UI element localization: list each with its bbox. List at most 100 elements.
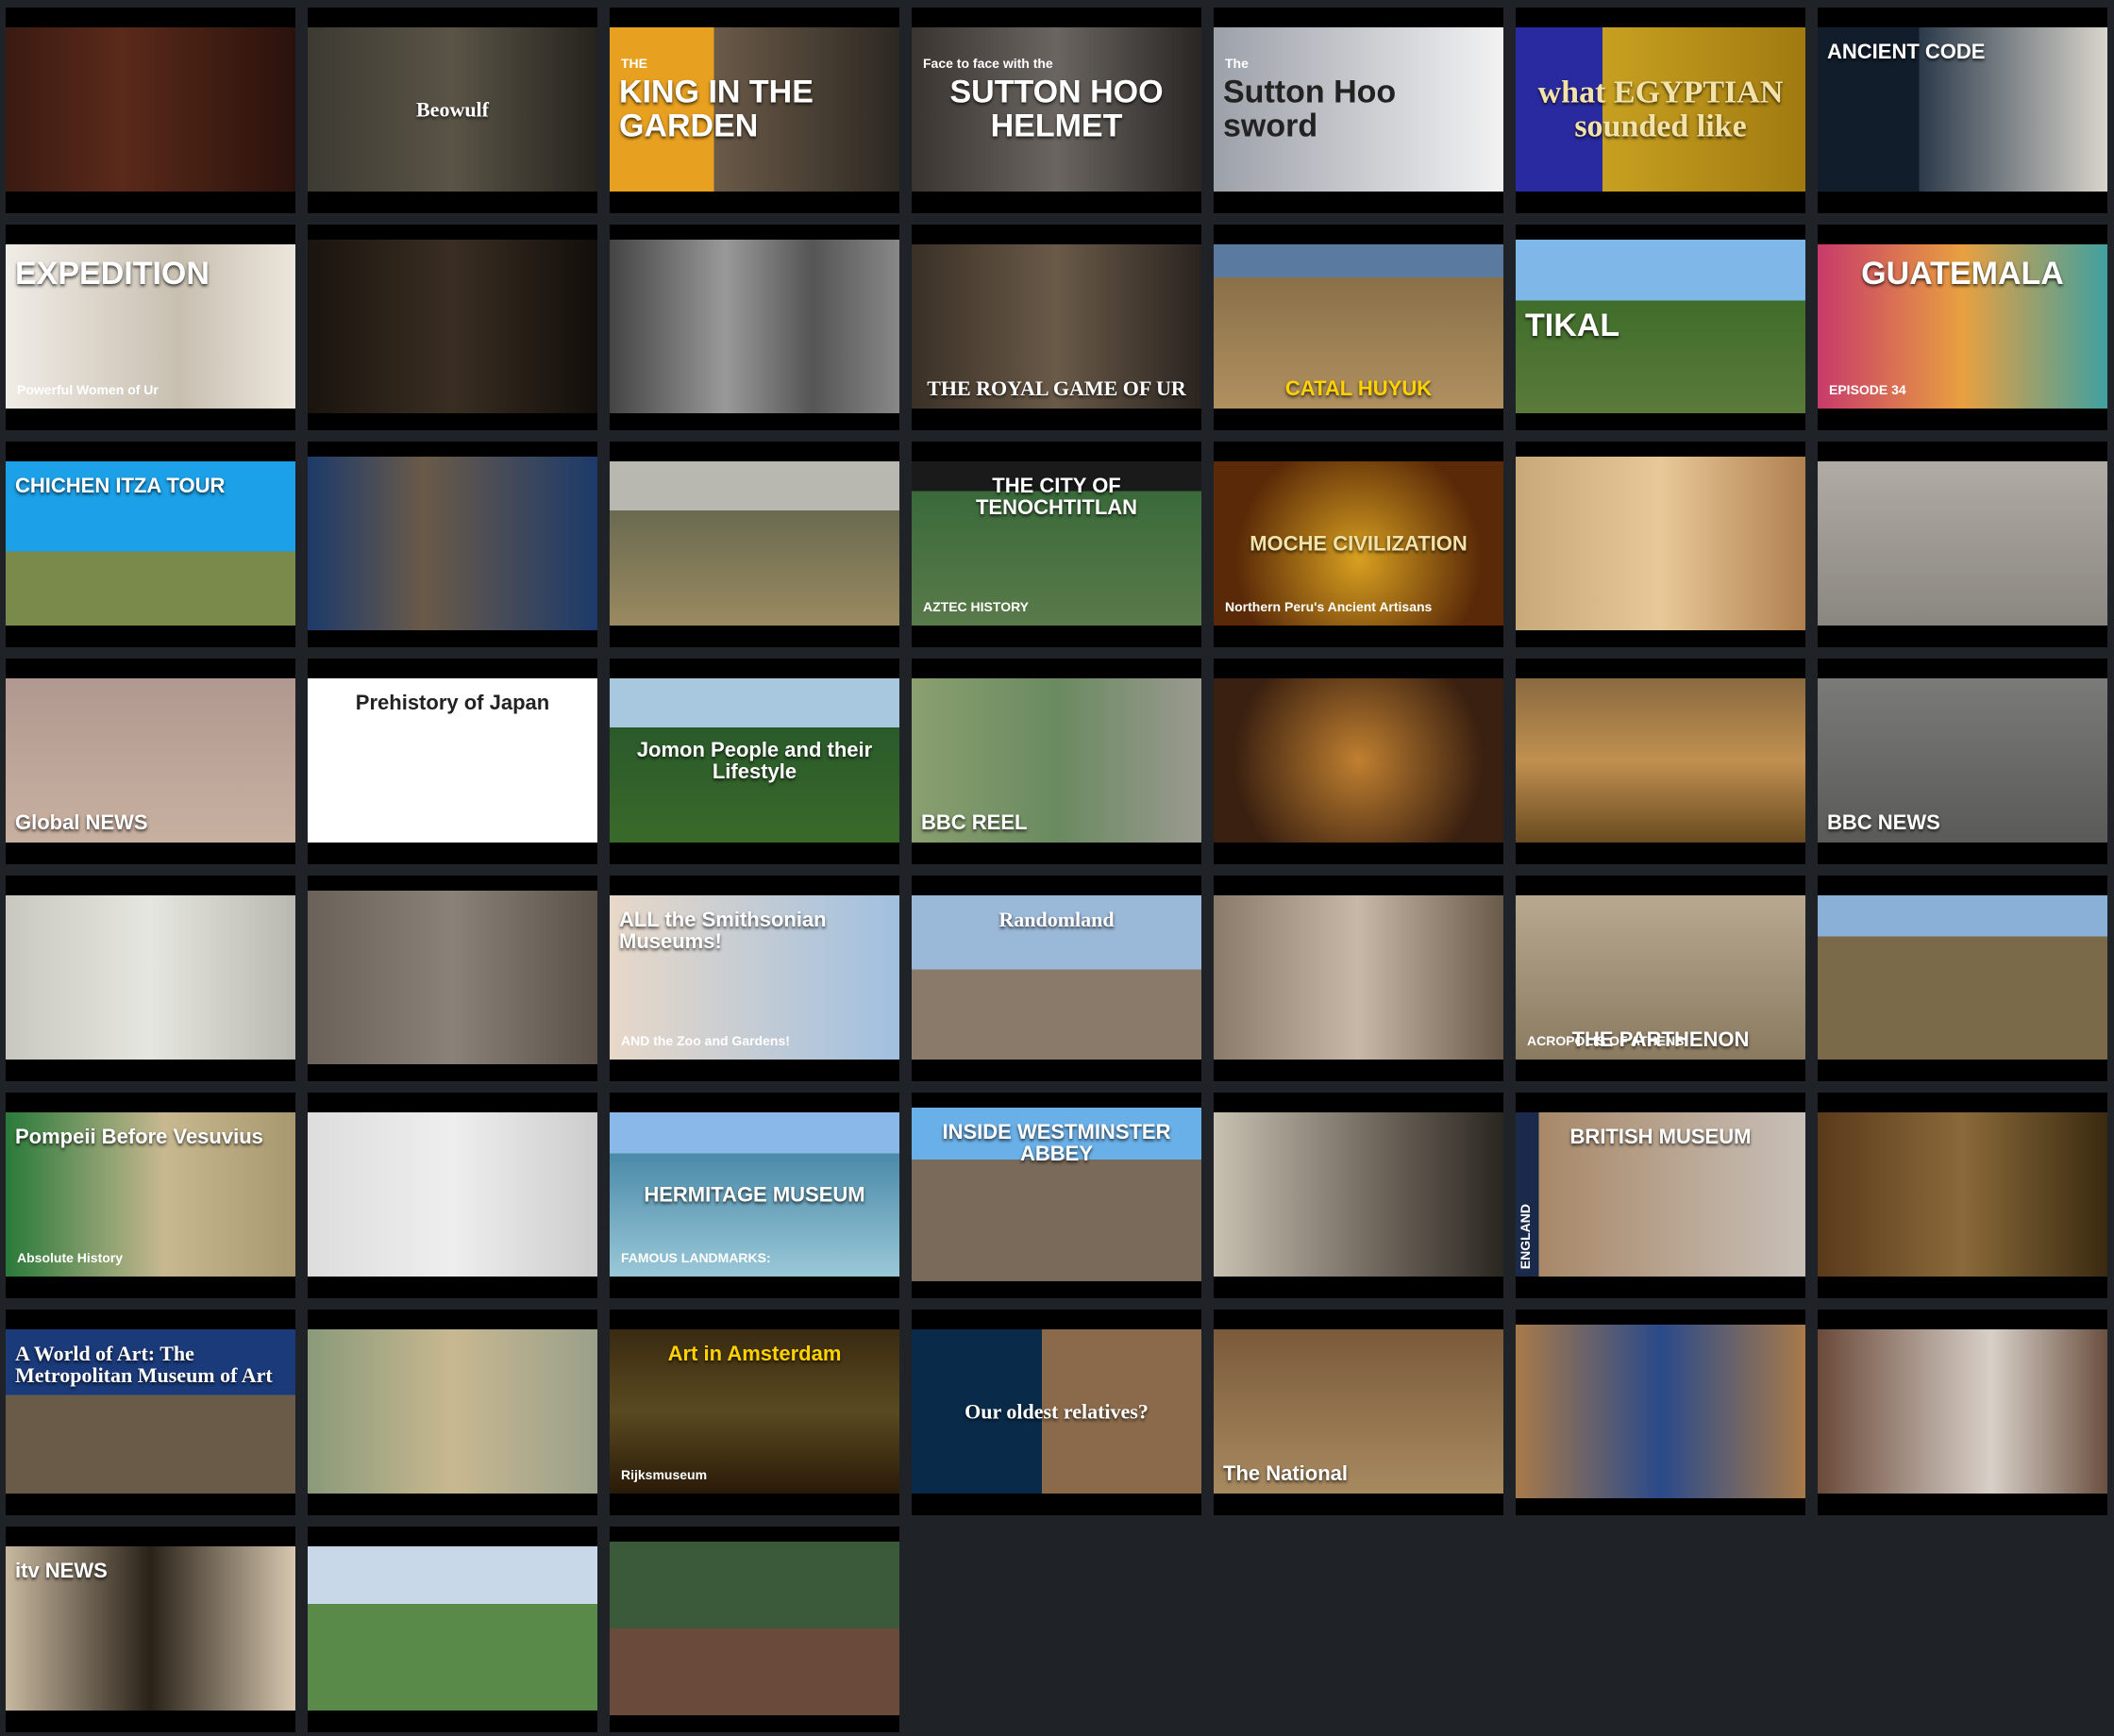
video-thumbnail[interactable]: Prehistory of Japan [308,678,597,843]
video-tile-ancient-code[interactable]: ANCIENT CODE [1818,8,2107,213]
video-thumbnail[interactable]: The Sutton Hoo sword [1214,27,1503,192]
video-thumbnail[interactable]: THE KING IN THE GARDEN [610,27,899,192]
video-tile-nazca-cat[interactable]: Global NEWS [6,659,295,864]
video-tile-sutton-sword[interactable]: The Sutton Hoo sword [1214,8,1503,213]
video-tile-egyptian[interactable]: what EGYPTIAN sounded like [1516,8,1805,213]
video-tile-tikal[interactable]: TIKAL [1516,225,1805,430]
video-thumbnail[interactable] [1516,457,1805,630]
video-tile-tenochtitlan[interactable]: THE CITY OF TENOCHTITLAN AZTEC HISTORY [912,442,1201,647]
video-thumbnail[interactable] [610,1542,899,1715]
video-thumbnail[interactable]: EXPEDITION Powerful Women of Ur [6,244,295,409]
video-tile-beowulf[interactable]: Beowulf [308,8,597,213]
video-thumbnail[interactable] [1214,678,1503,843]
video-tile-bbc-news[interactable]: BBC NEWS [1818,659,2107,864]
video-thumbnail[interactable] [1818,461,2107,626]
video-tile-the-national[interactable]: The National [1214,1310,1503,1515]
video-tile-archive[interactable] [610,225,899,430]
video-thumbnail[interactable]: BBC NEWS [1818,678,2107,843]
video-tile-conversation[interactable] [308,1093,597,1298]
video-thumbnail[interactable] [610,461,899,626]
video-thumbnail[interactable]: CHICHEN ITZA TOUR [6,461,295,626]
video-tile-amsterdam[interactable]: Art in Amsterdam Rijksmuseum [610,1310,899,1515]
video-thumbnail[interactable]: THE CITY OF TENOCHTITLAN AZTEC HISTORY [912,461,1201,626]
video-thumbnail[interactable] [1516,1325,1805,1498]
video-thumbnail[interactable]: BRITISH MUSEUM ENGLAND [1516,1112,1805,1277]
video-thumbnail[interactable] [1516,678,1805,843]
video-tile-westminster-statue[interactable] [1214,1093,1503,1298]
video-tile-cave[interactable] [308,225,597,430]
video-thumbnail[interactable] [610,240,899,413]
video-tile-westminster[interactable]: INSIDE WESTMINSTER ABBEY [912,1093,1201,1298]
video-tile-expedition[interactable]: EXPEDITION Powerful Women of Ur [6,225,295,430]
video-tile-bbc-reel[interactable]: BBC REEL [912,659,1201,864]
video-tile-acropolis[interactable] [1818,876,2107,1081]
video-tile-chichen[interactable]: CHICHEN ITZA TOUR [6,442,295,647]
video-tile-restoration[interactable] [1214,876,1503,1081]
video-thumbnail[interactable] [308,240,597,413]
video-tile-moche[interactable]: MOCHE CIVILIZATION Northern Peru's Ancien… [1214,442,1503,647]
video-tile-hermitage[interactable]: HERMITAGE MUSEUM FAMOUS LANDMARKS: [610,1093,899,1298]
video-tile-terracotta-rows[interactable] [1516,659,1805,864]
video-thumbnail[interactable]: A World of Art: The Metropolitan Museum … [6,1329,295,1494]
video-thumbnail[interactable]: THE ROYAL GAME OF UR [912,244,1201,409]
video-tile-king-garden[interactable]: THE KING IN THE GARDEN [610,8,899,213]
video-thumbnail[interactable]: itv NEWS [6,1546,295,1711]
video-tile-train[interactable] [610,1527,899,1732]
video-thumbnail[interactable]: Beowulf [308,27,597,192]
video-thumbnail[interactable]: Jomon People and their Lifestyle [610,678,899,843]
video-thumbnail[interactable] [308,1546,597,1711]
video-tile-teotihuacan[interactable] [610,442,899,647]
video-thumbnail[interactable]: HERMITAGE MUSEUM FAMOUS LANDMARKS: [610,1112,899,1277]
video-tile-parthenon[interactable]: THE PARTHENON ACROPOLIS OF ATHENS [1516,876,1805,1081]
video-thumbnail[interactable] [308,891,597,1064]
video-thumbnail[interactable] [308,1329,597,1494]
video-tile-arch[interactable] [308,876,597,1081]
video-tile-terracotta-lit[interactable] [1214,659,1503,864]
video-tile-british-museum[interactable]: BRITISH MUSEUM ENGLAND [1516,1093,1805,1298]
video-thumbnail[interactable]: ALL the Smithsonian Museums! AND the Zoo … [610,895,899,1060]
video-thumbnail[interactable] [1818,1112,2107,1277]
video-tile-portrait[interactable] [6,876,295,1081]
video-tile-nasa[interactable] [1818,1310,2107,1515]
video-tile-randomland[interactable]: Randomland [912,876,1201,1081]
video-tile-kids[interactable] [308,1527,597,1732]
video-tile-jomon[interactable]: Jomon People and their Lifestyle [610,659,899,864]
video-thumbnail[interactable]: MOCHE CIVILIZATION Northern Peru's Ancien… [1214,461,1503,626]
video-thumbnail[interactable]: Randomland [912,895,1201,1060]
video-thumbnail[interactable] [1818,895,2107,1060]
video-thumbnail[interactable]: Art in Amsterdam Rijksmuseum [610,1329,899,1494]
video-tile-printer[interactable] [1516,1310,1805,1515]
video-tile-sutton-helmet[interactable]: Face to face with the SUTTON HOO HELMET [912,8,1201,213]
video-tile-itv-news[interactable]: itv NEWS [6,1527,295,1732]
video-tile-botticelli[interactable] [308,1310,597,1515]
video-tile-dw[interactable]: Our oldest relatives? [912,1310,1201,1515]
video-tile-japan[interactable]: Prehistory of Japan [308,659,597,864]
video-thumbnail[interactable]: Face to face with the SUTTON HOO HELMET [912,27,1201,192]
video-thumbnail[interactable] [6,895,295,1060]
video-tile-reading[interactable] [6,8,295,213]
video-thumbnail[interactable]: TIKAL [1516,240,1805,413]
video-tile-royal-game-ur[interactable]: THE ROYAL GAME OF UR [912,225,1201,430]
video-thumbnail[interactable]: what EGYPTIAN sounded like [1516,27,1805,192]
video-thumbnail[interactable]: BBC REEL [912,678,1201,843]
video-tile-nazca-lines[interactable] [1818,442,2107,647]
video-tile-aztec-stone[interactable] [308,442,597,647]
video-tile-catal-huyuk[interactable]: CATAL HUYUK [1214,225,1503,430]
video-thumbnail[interactable]: ANCIENT CODE [1818,27,2107,192]
video-thumbnail[interactable] [1214,1112,1503,1277]
video-thumbnail[interactable]: Our oldest relatives? [912,1329,1201,1494]
video-thumbnail[interactable]: The National [1214,1329,1503,1494]
video-tile-pompeii[interactable]: Pompeii Before Vesuvius Absolute History [6,1093,295,1298]
video-tile-guatemala[interactable]: GUATEMALA EPISODE 34 [1818,225,2107,430]
video-thumbnail[interactable]: THE PARTHENON ACROPOLIS OF ATHENS [1516,895,1805,1060]
video-thumbnail[interactable]: GUATEMALA EPISODE 34 [1818,244,2107,409]
video-tile-met[interactable]: A World of Art: The Metropolitan Museum … [6,1310,295,1515]
video-thumbnail[interactable] [308,1112,597,1277]
video-thumbnail[interactable]: INSIDE WESTMINSTER ABBEY [912,1108,1201,1281]
video-thumbnail[interactable]: Global NEWS [6,678,295,843]
video-tile-peru-faces[interactable] [1516,442,1805,647]
video-thumbnail[interactable] [6,27,295,192]
video-tile-smithsonian[interactable]: ALL the Smithsonian Museums! AND the Zoo … [610,876,899,1081]
video-thumbnail[interactable]: CATAL HUYUK [1214,244,1503,409]
video-thumbnail[interactable] [308,457,597,630]
